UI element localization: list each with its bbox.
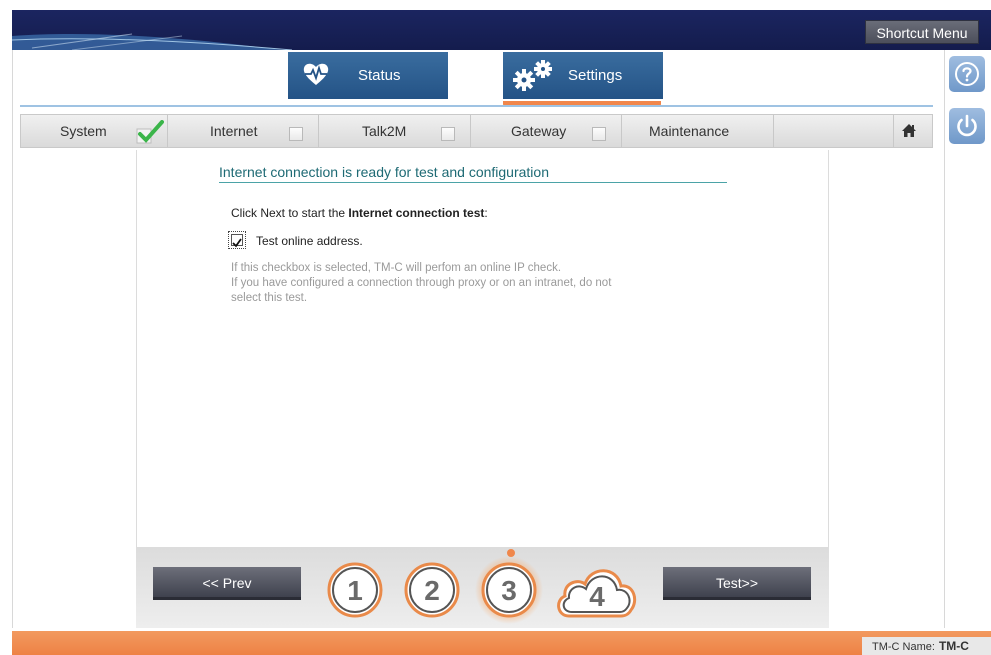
step-separator bbox=[470, 115, 471, 147]
page-heading: Internet connection is ready for test an… bbox=[219, 164, 727, 183]
step-talk2m[interactable]: Talk2M bbox=[362, 123, 406, 139]
test-next-button[interactable]: Test>> bbox=[663, 567, 811, 600]
step-separator bbox=[167, 115, 168, 147]
checkbox-help-note: If this checkbox is selected, TM-C will … bbox=[231, 261, 611, 306]
power-icon bbox=[957, 114, 977, 137]
device-name-label: TM-C Name: bbox=[872, 641, 935, 653]
device-name-value: TM-C bbox=[938, 639, 969, 653]
step-separator bbox=[318, 115, 319, 147]
tab-settings-label: Settings bbox=[568, 67, 623, 84]
home-icon[interactable] bbox=[901, 123, 917, 138]
header-swoosh-decoration bbox=[12, 33, 293, 50]
logout-power-button[interactable] bbox=[949, 108, 985, 144]
test-online-checkbox[interactable] bbox=[228, 231, 246, 249]
tab-divider-line bbox=[20, 105, 933, 107]
tab-status[interactable]: Status bbox=[288, 52, 448, 99]
step-gateway-checkbox bbox=[592, 127, 606, 141]
step-system[interactable]: System bbox=[60, 123, 107, 139]
help-button[interactable] bbox=[949, 56, 985, 92]
app-root: Shortcut Menu Status Settings System Int… bbox=[0, 0, 991, 655]
step-separator bbox=[893, 115, 894, 147]
wizard-step-1[interactable]: 1 bbox=[326, 561, 384, 619]
step-internet-checkbox bbox=[289, 127, 303, 141]
checkbox-box bbox=[231, 234, 243, 248]
note-line: If you have configured a connection thro… bbox=[231, 277, 612, 289]
wizard-step-3-active[interactable]: 3 bbox=[474, 555, 544, 625]
step-separator bbox=[621, 115, 622, 147]
shortcut-menu-button[interactable]: Shortcut Menu bbox=[865, 20, 979, 44]
wizard-step-4-number: 4 bbox=[589, 581, 605, 612]
intro-prefix: Click Next to start the bbox=[231, 206, 349, 220]
checkmark-icon bbox=[232, 238, 242, 248]
wizard-step-2-number: 2 bbox=[424, 575, 440, 606]
step-gateway[interactable]: Gateway bbox=[511, 123, 566, 139]
wizard-step-3-number: 3 bbox=[501, 575, 517, 606]
note-line: If this checkbox is selected, TM-C will … bbox=[231, 262, 562, 274]
tab-settings[interactable]: Settings bbox=[503, 52, 663, 107]
wizard-step-2[interactable]: 2 bbox=[403, 561, 461, 619]
step-system-checkmark-icon bbox=[136, 120, 164, 144]
device-name: TM-C Name: TM-C bbox=[862, 637, 991, 655]
intro-bold: Internet connection test bbox=[348, 206, 485, 220]
wizard-step-4-cloud[interactable]: 4 bbox=[553, 560, 639, 620]
intro-text: Click Next to start the Internet connect… bbox=[231, 206, 488, 220]
help-icon bbox=[955, 62, 979, 86]
heartbeat-icon bbox=[303, 63, 329, 85]
intro-suffix: : bbox=[484, 206, 488, 220]
prev-button[interactable]: << Prev bbox=[153, 567, 301, 600]
top-header-bar bbox=[12, 10, 991, 50]
tab-status-label: Status bbox=[358, 67, 401, 84]
wizard-step-1-number: 1 bbox=[347, 575, 363, 606]
step-internet[interactable]: Internet bbox=[210, 123, 257, 139]
step-separator bbox=[773, 115, 774, 147]
footer-bar bbox=[12, 631, 991, 655]
gears-icon bbox=[513, 60, 552, 91]
note-line: select this test. bbox=[231, 292, 308, 304]
step-maintenance[interactable]: Maintenance bbox=[649, 123, 729, 139]
wizard-step-bar: System Internet Talk2M Gateway Maintenan… bbox=[20, 114, 933, 148]
step-talk2m-checkbox bbox=[441, 127, 455, 141]
test-online-label[interactable]: Test online address. bbox=[256, 234, 363, 248]
